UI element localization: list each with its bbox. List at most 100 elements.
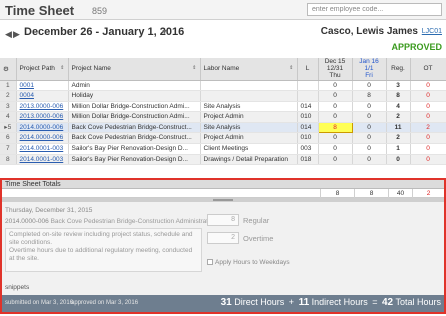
table-row[interactable]: 1 0001 Admin 0 0 3 0 bbox=[0, 80, 446, 92]
hours-cell-fri[interactable]: 0 bbox=[352, 101, 387, 113]
hours-cell-thu[interactable]: 0 bbox=[318, 143, 353, 155]
project-path-link[interactable]: 0001 bbox=[20, 82, 34, 89]
project-path-cell[interactable]: 0004 bbox=[16, 90, 69, 102]
hours-cell-thu[interactable]: 0 bbox=[318, 154, 353, 166]
reg-total-cell: 1 bbox=[386, 143, 411, 155]
equals-sign: = bbox=[372, 297, 378, 307]
column-labor-name[interactable]: Labor Name ⇕ bbox=[200, 58, 298, 81]
column-label: OT bbox=[423, 65, 433, 73]
column-day: 12/31 bbox=[326, 65, 344, 73]
labor-name-cell[interactable]: Site Analysis bbox=[200, 101, 298, 113]
project-path-link[interactable]: 2014.0000-006 bbox=[20, 134, 64, 141]
timesheet-grid: ⚙ Project Path ⇕ Project Name ⇕ Labor Name… bbox=[0, 58, 446, 166]
hours-cell-thu[interactable]: 0 bbox=[318, 132, 353, 145]
project-path-link[interactable]: 2014.0000-006 bbox=[20, 124, 64, 131]
project-path-link[interactable]: 0004 bbox=[20, 92, 34, 99]
ot-total-cell: 0 bbox=[410, 80, 446, 92]
hours-cell-fri[interactable]: 0 bbox=[352, 122, 387, 134]
hours-cell-thu[interactable]: 0 bbox=[318, 90, 353, 102]
sort-icon[interactable]: ⇕ bbox=[192, 65, 196, 71]
checkbox-icon[interactable] bbox=[207, 259, 213, 266]
project-path-link[interactable]: 2013.0000-006 bbox=[20, 113, 64, 120]
hours-cell-thu[interactable]: 0 bbox=[318, 101, 353, 113]
regular-hours-input[interactable]: 8 bbox=[207, 214, 239, 226]
project-name-cell: Holiday bbox=[68, 90, 201, 102]
period-header: ◀ ▶ December 26 - January 1, 2016 ▼ Casc… bbox=[0, 21, 446, 58]
table-row[interactable]: 8 2014.0001-003 Sailor's Bay Pier Renova… bbox=[0, 154, 446, 166]
hours-cell-thu[interactable]: 0 bbox=[318, 111, 353, 123]
table-row[interactable]: 7 2014.0001-003 Sailor's Bay Pier Renova… bbox=[0, 143, 446, 155]
snippets-link[interactable]: snippets bbox=[5, 284, 29, 291]
column-weekday: Thu bbox=[329, 72, 341, 80]
status-badge: APPROVED bbox=[391, 42, 442, 52]
labor-name-cell[interactable]: Site Analysis bbox=[200, 122, 298, 134]
table-row[interactable]: 2 0004 Holiday 0 8 8 0 bbox=[0, 90, 446, 102]
gear-icon[interactable]: ⚙ bbox=[0, 58, 17, 81]
labor-name-cell[interactable]: Drawings / Detail Preparation bbox=[200, 154, 298, 166]
labor-code-cell: 003 bbox=[297, 143, 319, 155]
hours-cell-fri[interactable]: 0 bbox=[352, 143, 387, 155]
hours-cell-thu[interactable]: 0 bbox=[318, 80, 353, 92]
table-row[interactable]: 6 2014.0000-006 Back Cove Pedestrian Bri… bbox=[0, 132, 446, 145]
labor-name-cell[interactable]: Project Admin bbox=[200, 132, 298, 145]
sort-icon[interactable]: ⇕ bbox=[289, 65, 293, 71]
project-path-link[interactable]: 2013.0000-006 bbox=[20, 103, 64, 110]
overtime-hours-input[interactable]: 2 bbox=[207, 232, 239, 244]
project-path-cell[interactable]: 2014.0000-006 bbox=[16, 132, 69, 145]
timesheet-totals-panel: Time Sheet Totals 8 8 40 2 Thursday, Dec… bbox=[0, 178, 446, 314]
reg-total-cell: 0 bbox=[386, 154, 411, 166]
hours-cell-fri[interactable]: 8 bbox=[352, 90, 387, 102]
table-row[interactable]: 3 2013.0000-006 Million Dollar Bridge-Co… bbox=[0, 101, 446, 113]
triangle-right-icon[interactable]: ▶ bbox=[13, 29, 20, 40]
table-row-selected[interactable]: ▸5 2014.0000-006 Back Cove Pedestrian Br… bbox=[0, 121, 446, 134]
row-number: 1 bbox=[0, 80, 17, 92]
sort-icon[interactable]: ⇕ bbox=[60, 65, 64, 71]
project-path-cell[interactable]: 2013.0000-006 bbox=[16, 111, 69, 123]
column-l[interactable]: L bbox=[297, 58, 319, 81]
labor-name-cell[interactable] bbox=[200, 90, 298, 102]
hours-cell-fri[interactable]: 0 bbox=[352, 80, 387, 92]
hours-cell-fri[interactable]: 0 bbox=[352, 154, 387, 166]
hours-cell-thu-active[interactable]: 8 bbox=[317, 121, 353, 134]
project-path-cell[interactable]: 0001 bbox=[16, 80, 69, 92]
submitted-date: submitted on Mar 3, 2016 bbox=[5, 300, 74, 306]
entry-detail: Thursday, December 31, 2015 2014.0000-00… bbox=[2, 202, 444, 295]
employee-code-link[interactable]: LJC01 bbox=[422, 28, 442, 35]
labor-name-cell[interactable]: Project Admin bbox=[200, 111, 298, 123]
notes-textarea[interactable]: Completed on-site review including proje… bbox=[5, 228, 202, 272]
project-path-cell[interactable]: 2014.0001-003 bbox=[16, 154, 69, 166]
project-path-cell[interactable]: 2013.0000-006 bbox=[16, 101, 69, 113]
project-name-cell: Sailor's Bay Pier Renovation-Design D... bbox=[68, 143, 201, 155]
row-number: 7 bbox=[0, 143, 17, 155]
column-weekday: Fri bbox=[365, 72, 373, 80]
apply-hours-option[interactable]: Apply Hours to Weekdays bbox=[207, 259, 290, 266]
column-jan[interactable]: Jan 16 1/1 Fri bbox=[352, 58, 387, 81]
employee-search-input[interactable] bbox=[307, 3, 442, 16]
project-path-link[interactable]: 2014.0001-003 bbox=[20, 156, 64, 163]
column-project-name[interactable]: Project Name ⇕ bbox=[68, 58, 201, 81]
hours-cell-fri[interactable]: 0 bbox=[352, 132, 387, 145]
row-number-label: 5 bbox=[7, 123, 12, 131]
column-reg[interactable]: Reg. bbox=[386, 58, 411, 81]
labor-name-cell[interactable] bbox=[200, 80, 298, 92]
project-path-link[interactable]: 2014.0001-003 bbox=[20, 145, 64, 152]
column-dec[interactable]: Dec 15 12/31 Thu bbox=[318, 58, 353, 81]
project-path-cell[interactable]: 2014.0000-006 bbox=[16, 122, 69, 134]
labor-name-cell[interactable]: Client Meetings bbox=[200, 143, 298, 155]
column-ot[interactable]: OT bbox=[410, 58, 446, 81]
indirect-hours-value: 11 bbox=[298, 297, 310, 308]
column-project-path[interactable]: Project Path ⇕ bbox=[16, 58, 69, 81]
hours-cell-fri[interactable]: 0 bbox=[352, 111, 387, 123]
row-number: 6 bbox=[0, 132, 17, 145]
column-date: Dec 15 bbox=[324, 58, 346, 66]
chevron-down-icon[interactable]: ▼ bbox=[161, 29, 168, 36]
triangle-left-icon[interactable]: ◀ bbox=[5, 29, 12, 40]
title-bar: Time Sheet 859 bbox=[0, 0, 446, 20]
detail-project-name: Back Cove Pedestrian Bridge-Construction… bbox=[50, 218, 217, 225]
project-path-cell[interactable]: 2014.0001-003 bbox=[16, 143, 69, 155]
plus-sign: + bbox=[288, 297, 295, 307]
page-title: Time Sheet bbox=[5, 3, 75, 18]
table-row[interactable]: 4 2013.0000-006 Million Dollar Bridge-Co… bbox=[0, 111, 446, 123]
project-name-cell: Back Cove Pedestrian Bridge-Construct... bbox=[68, 132, 201, 145]
grip-icon[interactable] bbox=[213, 199, 233, 201]
